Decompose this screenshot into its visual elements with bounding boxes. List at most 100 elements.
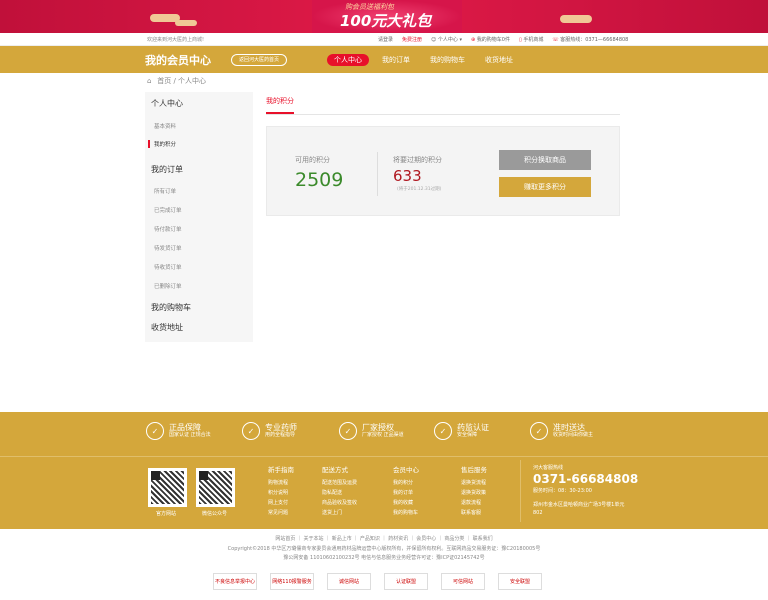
shield-icon: ✓	[146, 422, 164, 440]
footer-link[interactable]: 送货上门	[322, 508, 357, 518]
service-hours: 服务时间：08：30-23:00	[533, 488, 592, 494]
sidebar-group-address[interactable]: 收货地址	[151, 322, 183, 333]
sidebar-item-completed[interactable]: 已完成订单	[154, 206, 182, 214]
tab-address[interactable]: 收货地址	[478, 54, 520, 66]
cloud-decoration	[560, 15, 592, 23]
sidebar-item-deleted[interactable]: 已删除订单	[154, 282, 182, 290]
user-icon: ☺	[431, 37, 437, 43]
member-header: 我的会员中心 返回河大医药首页 个人中心 我的订单 我的购物车 收货地址	[0, 46, 768, 73]
footer-col-guide: 新手指南 购物流程 积分说明 网上支付 常见问题	[268, 466, 294, 518]
sidebar-item-profile[interactable]: 基本资料	[154, 122, 176, 130]
cert-badge[interactable]: 可信网站	[441, 573, 485, 590]
page-title: 我的会员中心	[145, 54, 211, 67]
login-link[interactable]: 请登录	[378, 36, 393, 43]
bottom-links[interactable]: 网站首页 ｜ 关于本站 ｜ 新品上市 ｜ 产品知识 ｜ 药材资讯 ｜ 会员中心 …	[0, 535, 768, 545]
shield-icon: ✓	[530, 422, 548, 440]
certification-badges: 不良信息举报中心 网络110报警服务 诚信网站 认证联盟 可信网站 安全联盟	[213, 573, 542, 590]
guarantee-pharmacist: ✓ 专业药师 用药全程指导	[242, 422, 297, 440]
footer: ✓ 正品保障 国家认证 正规合法 ✓ 专业药师 用药全程指导 ✓ 厂家授权 厂家授权 …	[0, 412, 768, 529]
footer-link[interactable]: 我的购物车	[393, 508, 419, 518]
sidebar-group-member[interactable]: 个人中心	[151, 98, 183, 109]
divider	[0, 456, 768, 457]
member-nav: 个人中心 我的订单 我的购物车 收货地址	[327, 54, 520, 66]
mobile-link[interactable]: ▯ 手机商城	[519, 36, 543, 43]
member-center-link[interactable]: ☺ 个人中心 ▾	[431, 36, 462, 43]
footer-link[interactable]: 联系客服	[461, 508, 487, 518]
footer-col-service: 售后服务 退换货流程 退换货政策 退款流程 联系客服	[461, 466, 487, 518]
qr-label-wechat: 微信公众号	[202, 511, 228, 517]
expiring-note: (将于201.12.31过期)	[397, 187, 442, 192]
qr-code-wechat	[196, 468, 235, 507]
welcome-text: 欢迎来到河大医药上商城!	[147, 37, 205, 43]
footer-link[interactable]: 购物流程	[268, 478, 294, 488]
sidebar-item-all-orders[interactable]: 所有订单	[154, 187, 176, 195]
exchange-points-button[interactable]: 积分换取商品	[499, 150, 591, 170]
qr-label-website: 官方网站	[156, 511, 177, 517]
footer-link[interactable]: 我的积分	[393, 478, 419, 488]
guarantee-certified: ✓ 药监认证 安全保障	[434, 422, 489, 440]
home-button[interactable]: 返回河大医药首页	[231, 54, 287, 66]
cert-badge[interactable]: 认证联盟	[384, 573, 428, 590]
footer-link[interactable]: 常见问题	[268, 508, 294, 518]
footer-link[interactable]: 我的收藏	[393, 498, 419, 508]
footer-link[interactable]: 配送范围及运费	[322, 478, 357, 488]
tab-orders[interactable]: 我的订单	[375, 54, 417, 66]
footer-link[interactable]: 商品验收及签收	[322, 498, 357, 508]
footer-link[interactable]: 隐私配送	[322, 488, 357, 498]
sidebar-item-unreceived[interactable]: 待收货订单	[154, 263, 182, 271]
headset-icon: ☏	[552, 37, 559, 43]
footer-link[interactable]: 退换货政策	[461, 488, 487, 498]
expiring-value: 633	[393, 167, 422, 185]
footer-link[interactable]: 网上支付	[268, 498, 294, 508]
breadcrumb-text[interactable]: 首页 / 个人中心	[157, 77, 206, 85]
sidebar-item-unshipped[interactable]: 待发货订单	[154, 244, 182, 252]
expiring-label: 将要过期的积分	[393, 156, 442, 164]
divider	[377, 152, 378, 196]
sidebar-item-unpaid[interactable]: 待付款订单	[154, 225, 182, 233]
bottom-info: 网站首页 ｜ 关于本站 ｜ 新品上市 ｜ 产品知识 ｜ 药材资讯 ｜ 会员中心 …	[0, 535, 768, 564]
register-link[interactable]: 免费注册	[402, 36, 422, 43]
sidebar-item-points[interactable]: 我的积分	[148, 140, 176, 148]
icp: 豫公网安备 11010602100232号 电信与信息服务业务经营许可证：豫IC…	[283, 555, 485, 561]
sidebar: 个人中心 基本资料 我的积分 我的订单 所有订单 已完成订单 待付款订单 待发货…	[145, 92, 253, 342]
guarantee-ontime: ✓ 准时送达 收货时间由你做主	[530, 422, 593, 440]
footer-col-member: 会员中心 我的积分 我的订单 我的收藏 我的购物车	[393, 466, 419, 518]
cart-link[interactable]: ⊕ 我的购物车0件	[471, 36, 510, 43]
footer-link[interactable]: 退换货流程	[461, 478, 487, 488]
home-icon: ⌂	[147, 77, 152, 85]
cert-badge[interactable]: 网络110报警服务	[270, 573, 314, 590]
sidebar-group-orders[interactable]: 我的订单	[151, 164, 183, 175]
footer-link[interactable]: 退款流程	[461, 498, 487, 508]
divider	[520, 460, 521, 522]
footer-link[interactable]: 积分说明	[268, 488, 294, 498]
sidebar-group-cart[interactable]: 我的购物车	[151, 302, 191, 313]
breadcrumb: ⌂ 首页 / 个人中心	[147, 76, 206, 86]
promo-banner[interactable]: 购会员送福利包 100元大礼包	[0, 0, 768, 33]
cart-icon: ⊕	[470, 37, 476, 43]
top-bar: 欢迎来到河大医药上商城! 请登录 免费注册 ☺ 个人中心 ▾ ⊕ 我的购物车0件…	[0, 33, 768, 46]
section-title[interactable]: 我的积分	[266, 96, 294, 114]
cert-badge[interactable]: 不良信息举报中心	[213, 573, 257, 590]
shield-icon: ✓	[434, 422, 452, 440]
hotline-phone: 0371-66684808	[533, 472, 639, 486]
points-card: 可用的积分 2509 将要过期的积分 633 (将于201.12.31过期) 积…	[266, 126, 620, 216]
cert-badge[interactable]: 诚信网站	[327, 573, 371, 590]
cloud-decoration	[175, 20, 197, 26]
guarantee-authorized: ✓ 厂家授权 厂家授权 正品渠道	[339, 422, 404, 440]
banner-line2: 100元大礼包	[340, 12, 432, 30]
footer-link[interactable]: 我的订单	[393, 488, 419, 498]
earn-points-button[interactable]: 赚取更多积分	[499, 177, 591, 197]
chevron-down-icon: ▾	[459, 37, 462, 43]
shield-icon: ✓	[242, 422, 260, 440]
tab-member-center[interactable]: 个人中心	[327, 54, 369, 66]
guarantee-genuine: ✓ 正品保障 国家认证 正规合法	[146, 422, 211, 440]
divider	[266, 114, 620, 115]
tab-cart[interactable]: 我的购物车	[423, 54, 472, 66]
available-label: 可用的积分	[295, 156, 330, 164]
phone-icon: ▯	[518, 37, 522, 43]
footer-col-delivery: 配送方式 配送范围及运费 隐私配送 商品验收及签收 送货上门	[322, 466, 358, 518]
hotline-label: 河大客服热线	[533, 465, 564, 471]
hotline: ☏ 客服热线：0371—66684808	[552, 37, 629, 43]
qr-code-website	[148, 468, 187, 507]
cert-badge[interactable]: 安全联盟	[498, 573, 542, 590]
